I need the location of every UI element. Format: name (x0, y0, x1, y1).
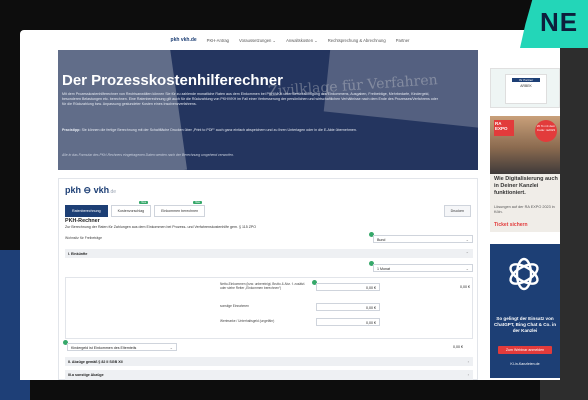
other-income-input[interactable]: 0,00 € (316, 303, 380, 311)
period-select-value: 1 Monat (377, 266, 390, 271)
brand-tld: .de (109, 189, 117, 195)
ad-sidebar: Ihr Partner ARBEK RA EXPO 20 % mit dem C… (486, 68, 560, 380)
partner-logo: ARBEK (520, 84, 532, 88)
kindergeld-total: 0,00 € (453, 345, 463, 349)
hero-banner: Zivilklage für Verfahren Der Prozesskost… (58, 50, 478, 170)
period-select[interactable]: 1 Monat ⌄ (373, 264, 473, 272)
new-badge: Neu (139, 201, 149, 204)
calculator-subtitle: Zur Berechnung der Raten für Zahlungen a… (65, 225, 257, 229)
site-logo[interactable]: pkh vkh.de (171, 37, 197, 43)
section-title: III.a sonstige Abzüge (68, 372, 104, 377)
tab-label: Kostenvorschlag (117, 209, 145, 213)
tip-label: Praxistipp: (62, 128, 81, 132)
allowance-input[interactable]: 0,00 € (316, 318, 380, 326)
chevron-right-icon: › (467, 359, 469, 364)
allowance-label: Wertmarke / Unterhaltsgeld (ungefähr) (220, 319, 275, 323)
tab-kostenvorschlag[interactable]: Neu Kostenvorschlag (110, 201, 152, 217)
discount-circle: 20 % mit dem Code: ra2023 (535, 120, 557, 142)
chevron-down-icon: ⌄ (169, 345, 173, 350)
section-abzuege[interactable]: II. Abzüge gemäß § 82 II SGB XII › (65, 357, 473, 366)
ra-expo-ad[interactable]: RA EXPO 20 % mit dem Code: ra2023 Wie Di… (490, 116, 560, 232)
calculator-tabs: Ratenberechnung Neu Kostenvorschlag Neu Ei… (65, 201, 206, 217)
section-einkuenfte[interactable]: I. Einkünfte ⌃ (65, 249, 473, 258)
section-title: I. Einkünfte (68, 251, 88, 256)
webinar-register-button[interactable]: Zum Webinar anmelden (498, 346, 552, 354)
tab-einkommen-berechnen[interactable]: Neu Einkommen berechnen (154, 201, 206, 217)
webinar-site: KI-in-Kanzleien.de (510, 362, 540, 366)
section-title: II. Abzüge gemäß § 82 II SGB XII (68, 359, 123, 364)
openai-logo-icon (509, 257, 539, 291)
other-income-label: sonstige Einnahmen (220, 304, 249, 308)
brand-part-vkh: vkh (93, 185, 110, 195)
hero-footnote: Alle in das Formular des PKH-Rechners ei… (62, 153, 234, 157)
partner-caption: Ihr Partner (512, 78, 540, 82)
tab-ratenberechnung[interactable]: Ratenberechnung (65, 205, 108, 217)
partner-ad[interactable]: Ihr Partner ARBEK (490, 68, 560, 108)
kindergeld-select[interactable]: Kindergeld ist Einkommen des Elternteils… (67, 343, 177, 351)
chevron-down-icon: ⌄ (465, 266, 469, 271)
state-select-value: Bund (377, 237, 386, 242)
new-banner: NE (520, 0, 588, 48)
state-select[interactable]: Bund ⌄ (373, 235, 473, 243)
calculator-brand: pkh ⊖ vkh.de (65, 185, 116, 196)
income-fields-box: Netto-Einkommen (bzw. unbereinigt, Brutt… (65, 277, 473, 339)
nav-item-voraussetzungen[interactable]: Voraussetzungen ⌄ (239, 38, 276, 43)
webinar-text: So gelingt der Einsatz von ChatGPT, Bing… (493, 316, 556, 333)
ad-headline: Wie Digitalisierung auch in Deiner Kanzl… (494, 176, 558, 196)
hero-description: Mit dem Prozesskostenhilferechner von Re… (62, 92, 438, 106)
net-income-input[interactable]: 0,00 € (316, 283, 380, 291)
kindergeld-select-value: Kindergeld ist Einkommen des Elternteils (71, 345, 137, 350)
top-navigation: pkh vkh.de PKH-Antrag Voraussetzungen ⌄ … (20, 30, 560, 50)
nav-item-partner[interactable]: Partner (396, 38, 410, 43)
new-banner-label: NE (540, 7, 579, 37)
net-income-total: 0,00 € (460, 285, 470, 289)
hero-background-paper (58, 50, 188, 170)
brand-separator-icon: ⊖ (83, 185, 92, 195)
brand-part-pkh: pkh (65, 185, 82, 195)
tab-label: Einkommen berechnen (161, 209, 199, 213)
net-income-label: Netto-Einkommen (bzw. unbereinigt, Brutt… (220, 282, 306, 290)
new-badge: Neu (193, 201, 203, 204)
print-button[interactable]: Drucken (443, 205, 471, 217)
ad-subline: Lösungen auf der RA EXPO 2023 in Köln. (494, 205, 555, 214)
tab-label: Ratenberechnung (72, 209, 101, 213)
tip-text: Sie können die fertige Berechnung mit de… (80, 128, 357, 132)
chevron-right-icon: › (467, 372, 469, 377)
calculator-card: pkh ⊖ vkh.de Ratenberechnung Neu Kostenvo… (58, 178, 478, 380)
chatgpt-webinar-ad[interactable]: So gelingt der Einsatz von ChatGPT, Bing… (490, 244, 560, 378)
chevron-down-icon: ⌄ (465, 237, 469, 242)
section-sonstige-abzuege[interactable]: III.a sonstige Abzüge › (65, 370, 473, 380)
hero-tip: Praxistipp: Sie können die fertige Berec… (62, 128, 442, 133)
state-label: Wohnsitz für Freibeträge (65, 236, 103, 240)
chevron-up-icon: ⌃ (465, 251, 469, 256)
nav-item-rechtsprechung[interactable]: Rechtsprechung & Abrechnung (328, 38, 386, 43)
partner-card: Ihr Partner ARBEK (505, 74, 547, 104)
browser-screen: pkh vkh.de PKH-Antrag Voraussetzungen ⌄ … (20, 30, 560, 380)
calculator-title: PKH-Rechner (65, 218, 100, 224)
nav-item-pkh-antrag[interactable]: PKH-Antrag (207, 38, 229, 43)
ra-expo-badge: RA EXPO (494, 120, 514, 136)
page-title: Der Prozesskostenhilferechner (62, 72, 283, 89)
ticket-link[interactable]: Ticket sichern (494, 222, 528, 228)
nav-item-anwaltskosten[interactable]: Anwaltskosten ⌄ (286, 38, 318, 43)
main-content: Zivilklage für Verfahren Der Prozesskost… (58, 50, 478, 380)
